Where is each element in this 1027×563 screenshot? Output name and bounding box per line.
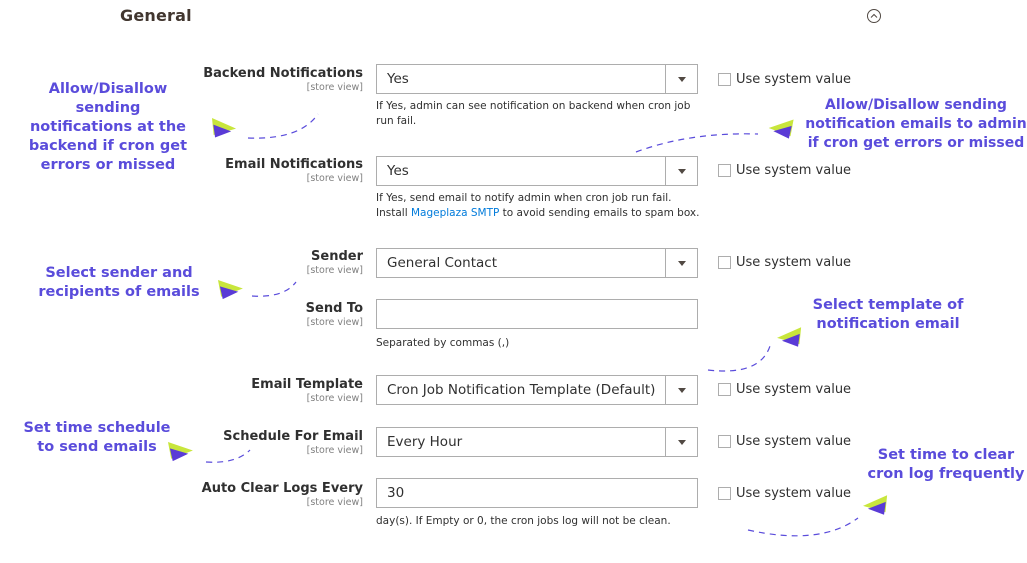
backend-use-system-checkbox[interactable] xyxy=(718,73,731,86)
schedule-select[interactable]: Every Hour xyxy=(376,427,698,457)
email-template-value: Cron Job Notification Template (Default) xyxy=(387,382,656,398)
schedule-value: Every Hour xyxy=(387,434,463,450)
connector-backend xyxy=(247,113,319,139)
collapse-chevron-up-icon[interactable] xyxy=(866,8,882,24)
clear-use-system-label: Use system value xyxy=(736,486,852,501)
sender-label: Sender xyxy=(311,249,363,264)
backend-use-system-value[interactable]: Use system value xyxy=(718,72,851,88)
sender-use-system-checkbox[interactable] xyxy=(718,256,731,269)
pointer-icon-sender xyxy=(218,280,243,300)
template-use-system-label: Use system value xyxy=(736,382,852,397)
email-template-select[interactable]: Cron Job Notification Template (Default) xyxy=(376,375,698,405)
template-use-system-checkbox[interactable] xyxy=(718,383,731,396)
schedule-dropdown-button[interactable] xyxy=(665,428,697,456)
email-notifications-select[interactable]: Yes xyxy=(376,156,698,186)
email-notifications-label: Email Notifications xyxy=(225,157,363,172)
email-notifications-note-line1: If Yes, send email to notify admin when … xyxy=(376,192,672,204)
schedule-scope: [store view] xyxy=(306,445,363,456)
sender-scope: [store view] xyxy=(306,265,363,276)
schedule-label: Schedule For Email xyxy=(223,429,363,444)
sender-use-system-value[interactable]: Use system value xyxy=(718,255,851,271)
pointer-icon-backend xyxy=(212,118,237,138)
annotation-template: Select template of notification email xyxy=(812,297,964,332)
annotation-sender: Select sender and recipients of emails xyxy=(38,265,200,300)
backend-notifications-note: If Yes, admin can see notification on ba… xyxy=(376,100,691,127)
pointer-icon-clear xyxy=(863,495,888,515)
section-title: General xyxy=(120,6,192,25)
chevron-down-icon xyxy=(678,77,686,82)
sender-dropdown-button[interactable] xyxy=(665,249,697,277)
email-notifications-dropdown-button[interactable] xyxy=(665,157,697,185)
connector-clear xyxy=(747,517,859,537)
connector-sender xyxy=(251,281,297,297)
email-notifications-scope: [store view] xyxy=(306,173,363,184)
send-to-note: Separated by commas (,) xyxy=(376,337,510,349)
backend-notifications-label: Backend Notifications xyxy=(203,66,363,81)
mageplaza-smtp-link[interactable]: Mageplaza SMTP xyxy=(411,207,499,219)
auto-clear-logs-label: Auto Clear Logs Every xyxy=(201,481,363,496)
schedule-use-system-value[interactable]: Use system value xyxy=(718,434,851,450)
chevron-down-icon xyxy=(678,388,686,393)
connector-template xyxy=(707,345,771,372)
clear-use-system-checkbox[interactable] xyxy=(718,487,731,500)
annotation-clear: Set time to clear cron log frequently xyxy=(867,447,1025,482)
email-note-prefix: Install xyxy=(376,207,411,219)
sender-use-system-label: Use system value xyxy=(736,255,852,270)
email-notifications-value: Yes xyxy=(387,163,409,179)
annotation-backend: Allow/Disallow sending notifications at … xyxy=(28,81,188,173)
pointer-icon-email xyxy=(768,119,794,139)
backend-notifications-select[interactable]: Yes xyxy=(376,64,698,94)
email-template-label: Email Template xyxy=(251,377,363,392)
email-template-dropdown-button[interactable] xyxy=(665,376,697,404)
backend-use-system-label: Use system value xyxy=(736,72,852,87)
auto-clear-logs-value: 30 xyxy=(387,485,405,501)
chevron-down-icon xyxy=(678,261,686,266)
auto-clear-logs-note: day(s). If Empty or 0, the cron jobs log… xyxy=(376,515,671,527)
backend-notifications-value: Yes xyxy=(387,71,409,87)
annotation-schedule: Set time schedule to send emails xyxy=(23,420,171,455)
email-use-system-label: Use system value xyxy=(736,163,852,178)
email-template-scope: [store view] xyxy=(306,393,363,404)
connector-schedule xyxy=(205,449,251,463)
auto-clear-logs-input[interactable]: 30 xyxy=(376,478,698,508)
send-to-input[interactable] xyxy=(376,299,698,329)
auto-clear-logs-scope: [store view] xyxy=(306,497,363,508)
connector-email xyxy=(635,133,759,153)
email-use-system-checkbox[interactable] xyxy=(718,164,731,177)
template-use-system-value[interactable]: Use system value xyxy=(718,382,851,398)
pointer-icon-template xyxy=(777,327,802,347)
send-to-label: Send To xyxy=(305,301,363,316)
backend-notifications-dropdown-button[interactable] xyxy=(665,65,697,93)
email-use-system-value[interactable]: Use system value xyxy=(718,163,851,179)
sender-select[interactable]: General Contact xyxy=(376,248,698,278)
email-notifications-note: If Yes, send email to notify admin when … xyxy=(376,191,706,221)
email-notifications-note-line2: Install Mageplaza SMTP to avoid sending … xyxy=(376,206,706,221)
schedule-use-system-label: Use system value xyxy=(736,434,852,449)
chevron-down-icon xyxy=(678,169,686,174)
backend-notifications-scope: [store view] xyxy=(306,82,363,93)
chevron-down-icon xyxy=(678,440,686,445)
send-to-scope: [store view] xyxy=(306,317,363,328)
clear-use-system-value[interactable]: Use system value xyxy=(718,486,851,502)
schedule-use-system-checkbox[interactable] xyxy=(718,435,731,448)
email-note-suffix: to avoid sending emails to spam box. xyxy=(499,207,700,219)
sender-value: General Contact xyxy=(387,255,498,271)
annotation-email: Allow/Disallow sending notification emai… xyxy=(805,97,1027,151)
